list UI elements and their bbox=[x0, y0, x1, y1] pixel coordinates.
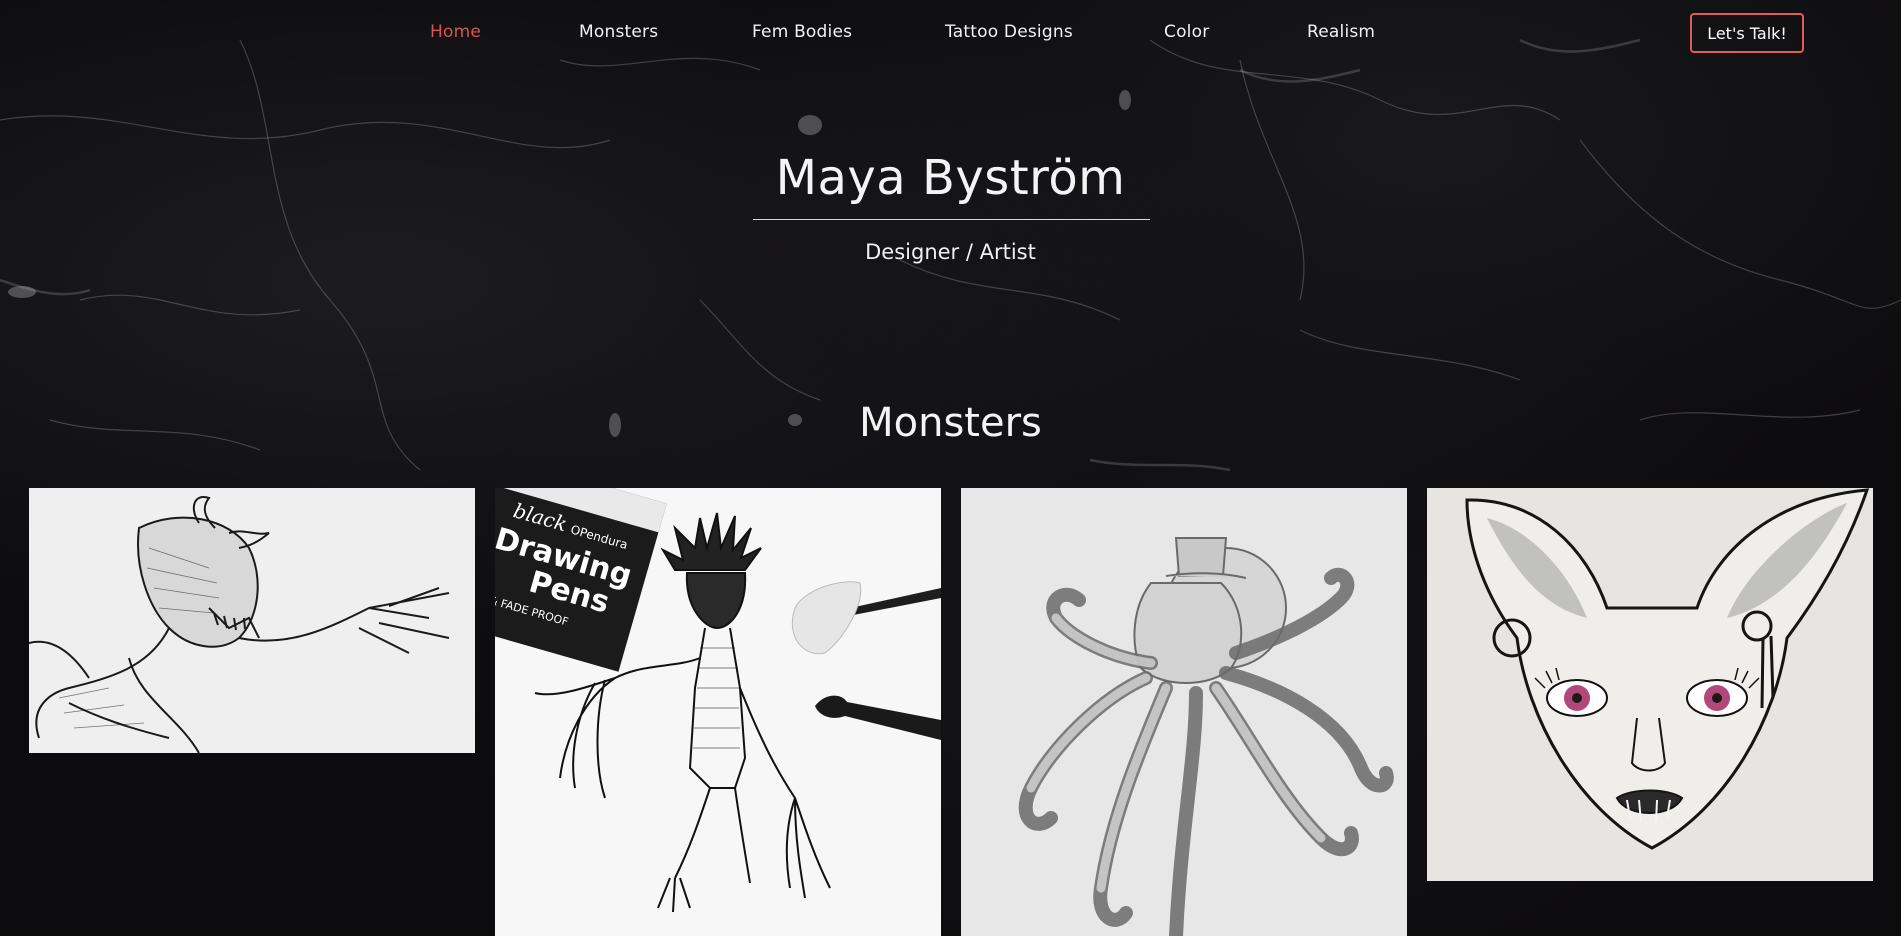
octopus-drawing bbox=[961, 488, 1407, 936]
page-title: Maya Byström bbox=[775, 150, 1126, 206]
gallery-item-horned-creature[interactable] bbox=[29, 488, 475, 753]
gallery-item-cat-face[interactable] bbox=[1427, 488, 1873, 881]
lets-talk-button[interactable]: Let's Talk! bbox=[1690, 13, 1804, 53]
nav-item-tattoo-designs[interactable]: Tattoo Designs bbox=[945, 22, 1073, 42]
nav-item-home[interactable]: Home bbox=[430, 22, 481, 42]
spiky-figure-drawing: black OPendura Drawing Pens R & FADE PRO… bbox=[495, 488, 941, 936]
nav-item-monsters[interactable]: Monsters bbox=[579, 22, 658, 42]
gallery-item-octopus[interactable] bbox=[961, 488, 1407, 936]
gallery-item-spiky-figure[interactable]: black OPendura Drawing Pens R & FADE PRO… bbox=[495, 488, 941, 936]
page-subtitle: Designer / Artist bbox=[865, 240, 1036, 264]
horned-creature-drawing bbox=[29, 488, 475, 753]
main-nav: Home Monsters Fem Bodies Tattoo Designs … bbox=[0, 22, 1901, 46]
section-title: Monsters bbox=[859, 400, 1042, 446]
nav-item-color[interactable]: Color bbox=[1164, 22, 1209, 42]
nav-item-realism[interactable]: Realism bbox=[1307, 22, 1375, 42]
nav-item-fem-bodies[interactable]: Fem Bodies bbox=[752, 22, 852, 42]
cat-face-drawing bbox=[1427, 488, 1873, 881]
title-divider bbox=[753, 219, 1150, 220]
page: Home Monsters Fem Bodies Tattoo Designs … bbox=[0, 0, 1901, 936]
